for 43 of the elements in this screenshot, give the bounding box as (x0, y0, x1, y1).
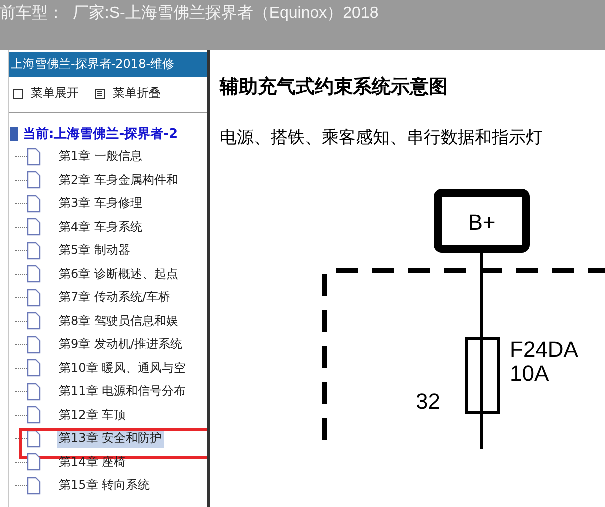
chapter-item[interactable]: 第5章 制动器 (57, 241, 132, 260)
sidebar-title: 上海雪佛兰-探界者-2018-维修 (9, 52, 207, 77)
document-icon (27, 265, 41, 284)
document-icon (27, 406, 41, 424)
document-icon (27, 359, 41, 378)
chapter-item[interactable]: 第12章 车顶 (57, 406, 128, 425)
diagram-heading: 辅助充气式约束系统示意图 (220, 75, 449, 100)
collapse-menu-button[interactable]: 菜单折叠 (95, 85, 161, 102)
chapter-item[interactable]: 第10章 暖风、通风与空 (57, 358, 188, 378)
document-icon (27, 476, 41, 495)
chapter-item[interactable]: 第1章 一般信息 (57, 147, 144, 166)
vehicle-title: 前车型： 厂家:S-上海雪佛兰探界者（Equinox）2018 (0, 5, 379, 22)
document-icon (27, 194, 41, 213)
tree-root[interactable]: 当前:上海雪佛兰-探界者-2 (23, 125, 178, 143)
chapter-item[interactable]: 第14章 座椅 (57, 452, 128, 472)
chapter-item[interactable]: 第15章 转向系统 (57, 476, 152, 496)
chapter-item[interactable]: 第9章 发动机/推进系统 (57, 335, 184, 354)
document-icon (27, 171, 41, 190)
document-icon (27, 382, 41, 401)
document-icon (27, 218, 41, 236)
fuse-name: F24DA (510, 337, 578, 362)
document-icon (27, 336, 41, 354)
fuse-rating: 10A (510, 361, 550, 386)
document-icon (27, 242, 41, 260)
document-icon (27, 288, 41, 307)
document-icon (27, 148, 41, 166)
pin-number: 32 (416, 389, 440, 414)
document-icon (27, 453, 41, 472)
document-icon (27, 312, 41, 330)
expand-menu-button[interactable]: 菜单展开 (13, 85, 79, 102)
chapter-item[interactable]: 第8章 驾驶员信息和娱 (57, 312, 180, 331)
book-icon (9, 126, 19, 142)
chapter-item[interactable]: 第6章 诊断概述、起点 (57, 264, 180, 284)
box-icon (13, 88, 23, 98)
document-icon (27, 430, 41, 448)
chapter-item[interactable]: 第2章 车身金属构件和 (57, 170, 180, 190)
chapter-item[interactable]: 第11章 电源和信号分布 (57, 382, 188, 402)
diagram-subheading: 电源、搭铁、乘客感知、串行数据和指示灯 (220, 127, 544, 149)
chapter-item[interactable]: 第7章 传动系统/车桥 (57, 288, 172, 308)
chapter-item[interactable]: 第3章 车身修理 (57, 194, 144, 214)
chapter-item[interactable]: 第4章 车身系统 (57, 218, 144, 237)
list-box-icon (95, 88, 105, 98)
terminal-box: B+ (434, 189, 530, 253)
